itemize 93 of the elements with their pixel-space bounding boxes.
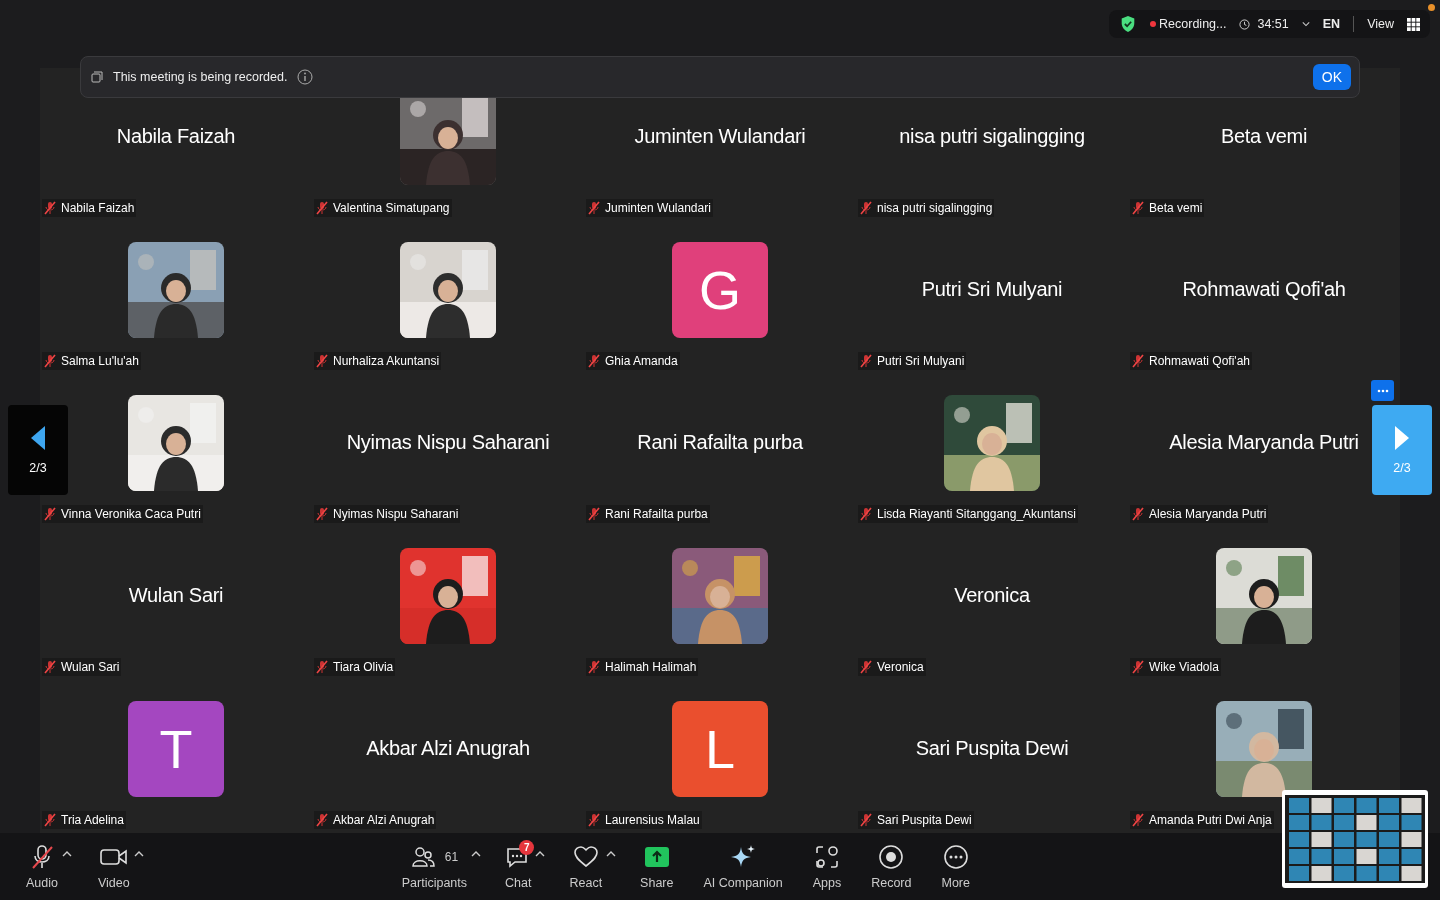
- participant-name: Nyimas Nispu Saharani: [346, 431, 550, 454]
- participant-label: nisa putri sigalingging: [877, 201, 993, 215]
- participant-label: Valentina Simatupang: [333, 201, 450, 215]
- more-options-button[interactable]: [1371, 380, 1394, 401]
- participant-name: Veronica: [954, 584, 1030, 607]
- participant-label: Lisda Riayanti Sitanggang_Akuntansi: [877, 507, 1076, 521]
- participant-label: Wulan Sari: [61, 660, 120, 674]
- participant-label: Salma Lu'lu'ah: [61, 354, 139, 368]
- participant-label: Alesia Maryanda Putri: [1149, 507, 1267, 521]
- letter-avatar: G: [672, 241, 768, 338]
- participant-label: Putri Sri Mulyani: [877, 354, 965, 368]
- participant-name: nisa putri sigalingging: [899, 125, 1085, 148]
- meeting-timer[interactable]: 34:51: [1257, 17, 1289, 31]
- participant-name: Akbar Alzi Anugrah: [366, 737, 530, 760]
- participant-label: Halimah Halimah: [605, 660, 697, 674]
- participant-name: Alesia Maryanda Putri: [1169, 431, 1359, 454]
- share-label: Share: [640, 876, 674, 890]
- video-button[interactable]: Video: [92, 839, 136, 894]
- view-button[interactable]: View: [1367, 17, 1394, 31]
- grid-icon[interactable]: [1407, 17, 1420, 31]
- participant-name: Rani Rafailta purba: [637, 431, 803, 454]
- participant-label: Veronica: [877, 660, 924, 674]
- caret-icon[interactable]: [606, 851, 617, 857]
- participant-name: Beta vemi: [1220, 125, 1308, 148]
- more-icon: [1376, 388, 1389, 393]
- participant-name: Juminten Wulandari: [634, 125, 806, 148]
- unread-badge: 7: [519, 840, 535, 855]
- participants-button[interactable]: 61 Participants: [395, 839, 474, 894]
- record-label: Record: [871, 876, 912, 890]
- participant-label: Rani Rafailta purba: [605, 507, 708, 521]
- participant-label: Laurensius Malau: [605, 813, 700, 827]
- caret-icon[interactable]: [471, 851, 482, 857]
- share-screen-icon: [643, 846, 670, 868]
- participant-label: Nurhaliza Akuntansi: [333, 354, 440, 368]
- notification-dot-icon: [1428, 4, 1435, 11]
- info-icon[interactable]: [297, 69, 314, 85]
- react-label: React: [569, 876, 603, 890]
- chevron-down-icon[interactable]: [1301, 21, 1310, 27]
- chat-button[interactable]: 7 Chat: [499, 839, 538, 894]
- triangle-left-icon: [30, 425, 46, 451]
- participant-label: Nyimas Nispu Saharani: [333, 507, 459, 521]
- participant-label: Amanda Putri Dwi Anja: [1149, 813, 1272, 827]
- ai-button[interactable]: AI Companion: [697, 839, 789, 894]
- participant-label: Tria Adelina: [61, 813, 124, 827]
- participant-count: 61: [444, 850, 459, 864]
- clock-icon: [1239, 18, 1251, 30]
- copy-icon: [91, 71, 103, 83]
- apps-button[interactable]: Apps: [806, 839, 848, 894]
- record-icon: [878, 844, 905, 870]
- participant-label: Akbar Alzi Anugrah: [333, 813, 435, 827]
- caret-icon[interactable]: [133, 851, 144, 857]
- participant-label: Ghia Amanda: [605, 354, 678, 368]
- heart-icon: [572, 845, 599, 869]
- video-label: Video: [98, 876, 130, 890]
- react-button[interactable]: React: [563, 839, 609, 894]
- recording-dot-icon: [1150, 21, 1157, 27]
- record-button[interactable]: Record: [865, 839, 918, 894]
- camera-icon: [99, 847, 128, 867]
- participant-label: Rohmawati Qofi'ah: [1149, 354, 1250, 368]
- ai-label: AI Companion: [703, 876, 783, 890]
- participant-name: Nabila Faizah: [116, 125, 236, 148]
- people-icon: [410, 846, 435, 868]
- audio-button[interactable]: Audio: [20, 839, 64, 894]
- caret-icon[interactable]: [535, 851, 546, 857]
- participant-label: Tiara Olivia: [333, 660, 394, 674]
- share-button[interactable]: Share: [634, 839, 680, 894]
- participant-label: Vinna Veronika Caca Putri: [61, 507, 201, 521]
- ok-button[interactable]: OK: [1312, 64, 1351, 90]
- participant-label: Nabila Faizah: [61, 201, 135, 215]
- participant-label: Sari Puspita Dewi: [877, 813, 972, 827]
- recording-status[interactable]: Recording...: [1159, 17, 1227, 31]
- more-icon: [942, 844, 969, 870]
- participant-name: Sari Puspita Dewi: [915, 737, 1069, 760]
- participants-label: Participants: [401, 876, 468, 890]
- participant-label: Wike Viadola: [1149, 660, 1219, 674]
- caret-icon[interactable]: [62, 851, 72, 857]
- triangle-right-icon: [1394, 425, 1410, 451]
- participant-name: Rohmawati Qofi'ah: [1182, 278, 1346, 301]
- chat-label: Chat: [505, 876, 532, 890]
- previous-page-button[interactable]: 2/3: [8, 405, 68, 495]
- participant-label: Juminten Wulandari: [605, 201, 711, 215]
- audio-label: Audio: [26, 876, 58, 890]
- language-button[interactable]: EN: [1322, 17, 1341, 31]
- apps-label: Apps: [812, 876, 842, 890]
- participant-name: Wulan Sari: [128, 584, 224, 607]
- banner-text: This meeting is being recorded.: [113, 70, 288, 84]
- more-label: More: [941, 876, 970, 890]
- more-button[interactable]: More: [935, 839, 976, 894]
- apps-icon: [814, 845, 839, 869]
- participant-label: Beta vemi: [1149, 201, 1203, 215]
- letter-avatar: T: [128, 700, 224, 797]
- participant-name: Putri Sri Mulyani: [921, 278, 1063, 301]
- letter-avatar: L: [672, 700, 768, 797]
